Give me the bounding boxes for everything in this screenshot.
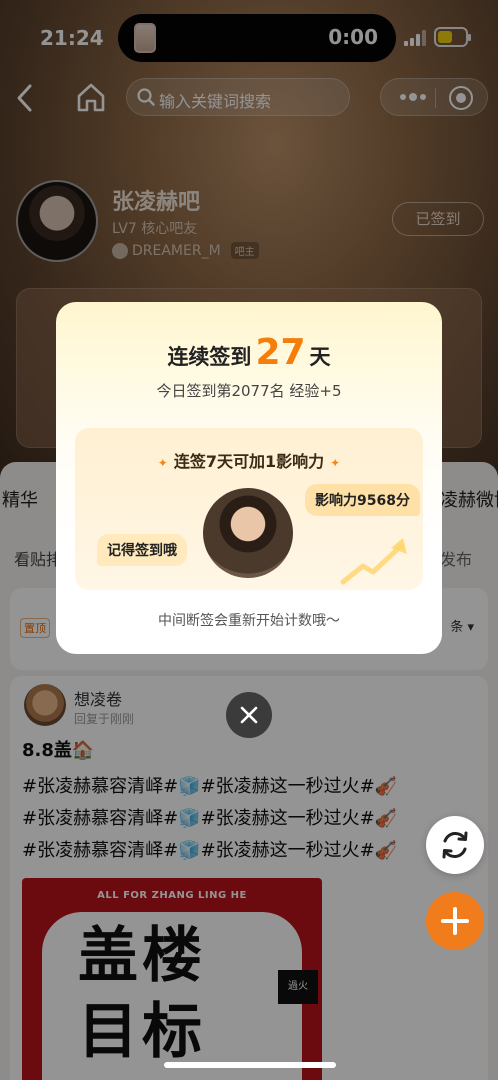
influence-bubble: 影响力9568分	[305, 484, 420, 516]
reminder-bubble: 记得签到哦	[97, 534, 187, 566]
trend-arrow-icon	[340, 538, 407, 585]
plus-icon	[441, 907, 469, 935]
popup-close-button[interactable]	[226, 692, 272, 738]
close-icon	[240, 706, 258, 724]
refresh-icon	[442, 831, 468, 859]
home-indicator	[164, 1062, 336, 1068]
streak-title-suffix: 天	[309, 345, 331, 369]
reward-title: ✦ 连签7天可加1影响力 ✦	[75, 448, 423, 472]
signin-popup: 连续签到 27 天 今日签到第2077名 经验+5 ✦ 连签7天可加1影响力 ✦ 记得签…	[56, 302, 442, 654]
streak-title-prefix: 连续签到	[167, 345, 252, 369]
reward-title-text: 连签7天可加1影响力	[173, 452, 325, 471]
sparkle-icon: ✦	[157, 456, 168, 470]
celebrity-avatar	[203, 488, 293, 578]
signin-footnote: 中间断签会重新开始计数哦～	[158, 613, 340, 629]
add-post-button[interactable]	[426, 892, 484, 950]
sparkle-icon: ✦	[330, 456, 341, 470]
refresh-button[interactable]	[426, 816, 484, 874]
reward-box: ✦ 连签7天可加1影响力 ✦ 记得签到哦 影响力9568分	[75, 428, 423, 590]
streak-days: 27	[255, 332, 306, 373]
signin-rank: 今日签到第2077名 经验+5	[156, 382, 342, 400]
streak-title: 连续签到 27 天	[56, 332, 442, 373]
